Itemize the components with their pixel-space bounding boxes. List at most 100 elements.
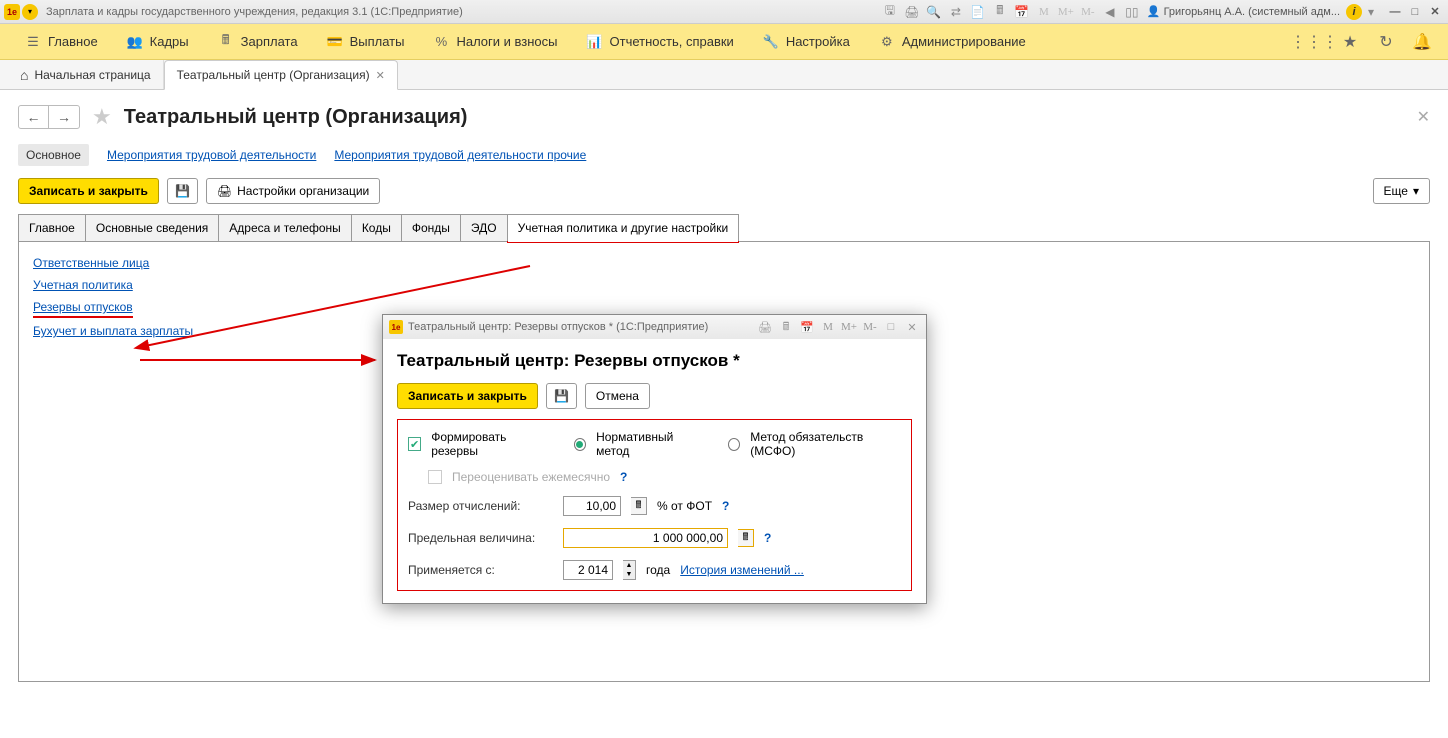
modal-logo-icon: 1e xyxy=(389,320,403,334)
calc-icon: 🖩 xyxy=(217,33,235,51)
modal-print-icon[interactable]: 🖨 xyxy=(757,319,773,335)
menu-icon: ☰ xyxy=(24,33,42,51)
menu-main[interactable]: ☰Главное xyxy=(10,24,112,59)
star-icon[interactable]: ★ xyxy=(92,104,112,130)
print-icon[interactable]: 🖨 xyxy=(903,3,921,21)
reserves-modal: 1e Театральный центр: Резервы отпусков *… xyxy=(382,314,927,604)
apps-grid-icon[interactable]: ⋮⋮⋮ xyxy=(1302,30,1326,54)
save-button[interactable]: 💾 xyxy=(167,178,198,204)
modal-close-icon[interactable]: ✕ xyxy=(904,319,920,335)
itab-main[interactable]: Главное xyxy=(18,214,86,241)
modal-mminus-icon[interactable]: M- xyxy=(862,319,878,335)
link-history[interactable]: История изменений ... xyxy=(680,563,804,577)
modal-titlebar: 1e Театральный центр: Резервы отпусков *… xyxy=(383,315,926,339)
nav-back-button[interactable]: ← xyxy=(19,106,49,128)
help-rate-icon[interactable]: ? xyxy=(722,499,729,513)
more-button[interactable]: Еще ▾ xyxy=(1373,178,1430,204)
itab-funds[interactable]: Фонды xyxy=(401,214,461,241)
nav-forward-button[interactable]: → xyxy=(49,106,79,128)
year-down-button[interactable]: ▼ xyxy=(623,570,635,579)
link-vacation-reserves[interactable]: Резервы отпусков xyxy=(33,300,133,316)
info-icon[interactable]: i xyxy=(1346,4,1362,20)
menu-taxes[interactable]: %Налоги и взносы xyxy=(418,24,571,59)
copy-icon[interactable]: 📄 xyxy=(969,3,987,21)
modal-cancel-button[interactable]: Отмена xyxy=(585,383,650,409)
itab-edo[interactable]: ЭДО xyxy=(460,214,508,241)
diskette-icon: 💾 xyxy=(175,184,190,198)
subnav-events-other[interactable]: Мероприятия трудовой деятельности прочие xyxy=(334,148,586,162)
label-rate: Размер отчислений: xyxy=(408,499,553,513)
m-minus-icon[interactable]: M- xyxy=(1079,3,1097,21)
itab-policy[interactable]: Учетная политика и другие настройки xyxy=(507,214,740,241)
preview-icon[interactable]: 🔍 xyxy=(925,3,943,21)
input-rate[interactable]: 10,00 xyxy=(563,496,621,516)
user-label[interactable]: 👤Григорьянц А.А. (системный адм... xyxy=(1147,5,1340,18)
app-titlebar: 1e ▾ Зарплата и кадры государственного у… xyxy=(0,0,1448,24)
subnav-events[interactable]: Мероприятия трудовой деятельности xyxy=(107,148,316,162)
maximize-button[interactable]: □ xyxy=(1406,5,1424,19)
page-close-icon[interactable]: ✕ xyxy=(1417,107,1430,127)
menu-admin[interactable]: ⚙Администрирование xyxy=(864,24,1040,59)
link-policy[interactable]: Учетная политика xyxy=(33,278,133,292)
itab-codes[interactable]: Коды xyxy=(351,214,402,241)
menu-personnel[interactable]: 👥Кадры xyxy=(112,24,203,59)
menu-salary[interactable]: 🖩Зарплата xyxy=(203,24,312,59)
itab-addresses[interactable]: Адреса и телефоны xyxy=(218,214,352,241)
limit-calc-icon[interactable]: 🖩 xyxy=(738,529,754,547)
subnav-main[interactable]: Основное xyxy=(18,144,89,166)
document-tabs: ⌂Начальная страница Театральный центр (О… xyxy=(0,60,1448,90)
page-toolbar: Записать и закрыть 💾 🖨Настройки организа… xyxy=(18,178,1430,204)
help-monthly-icon[interactable]: ? xyxy=(620,470,627,484)
modal-calendar-icon[interactable]: 📅 xyxy=(799,319,815,335)
panels-icon[interactable]: ▯▯ xyxy=(1123,3,1141,21)
favorite-icon[interactable]: ★ xyxy=(1338,30,1362,54)
report-icon: 📊 xyxy=(586,33,604,51)
notifications-icon[interactable]: 🔔 xyxy=(1410,30,1434,54)
calculator-icon[interactable]: 🖩 xyxy=(991,3,1009,21)
row-rate: Размер отчислений: 10,00 🖩 % от ФОТ ? xyxy=(408,496,901,516)
modal-calc-icon[interactable]: 🖩 xyxy=(778,319,794,335)
itab-basic[interactable]: Основные сведения xyxy=(85,214,219,241)
save-icon[interactable]: 🖫 xyxy=(881,3,899,21)
modal-restore-icon[interactable]: □ xyxy=(883,319,899,335)
menu-reports[interactable]: 📊Отчетность, справки xyxy=(572,24,748,59)
minimize-button[interactable]: — xyxy=(1386,5,1404,19)
m-icon[interactable]: M xyxy=(1035,3,1053,21)
menu-settings[interactable]: 🔧Настройка xyxy=(748,24,864,59)
year-up-button[interactable]: ▲ xyxy=(623,561,635,570)
calendar-icon[interactable]: 📅 xyxy=(1013,3,1031,21)
modal-save-close-button[interactable]: Записать и закрыть xyxy=(397,383,538,409)
modal-form-highlight: ✔ Формировать резервы Нормативный метод … xyxy=(397,419,912,591)
close-button[interactable]: ✕ xyxy=(1426,5,1444,19)
radio-normative[interactable] xyxy=(574,438,586,451)
tab-close-icon[interactable]: ✕ xyxy=(376,69,385,82)
window-controls: — □ ✕ xyxy=(1386,5,1444,19)
modal-m-icon[interactable]: M xyxy=(820,319,836,335)
back-icon[interactable]: ◀ xyxy=(1101,3,1119,21)
radio-ifrs[interactable] xyxy=(728,438,740,451)
input-limit[interactable]: 1 000 000,00 xyxy=(563,528,728,548)
history-icon[interactable]: ↻ xyxy=(1374,30,1398,54)
link-responsible[interactable]: Ответственные лица xyxy=(33,256,149,270)
modal-mplus-icon[interactable]: M+ xyxy=(841,319,857,335)
compare-icon[interactable]: ⇄ xyxy=(947,3,965,21)
link-accounting[interactable]: Бухучет и выплата зарплаты xyxy=(33,324,193,338)
app-menu-dropdown-icon[interactable]: ▾ xyxy=(22,4,38,20)
tab-home[interactable]: ⌂Начальная страница xyxy=(8,60,164,89)
modal-save-button[interactable]: 💾 xyxy=(546,383,577,409)
help-limit-icon[interactable]: ? xyxy=(764,531,771,545)
tab-organization[interactable]: Театральный центр (Организация)✕ xyxy=(164,60,398,90)
sub-navigation: Основное Мероприятия трудовой деятельнос… xyxy=(18,144,1430,166)
info-dropdown-icon[interactable]: ▾ xyxy=(1362,3,1380,21)
app-title: Зарплата и кадры государственного учрежд… xyxy=(46,6,463,18)
label-rate-suffix: % от ФОТ xyxy=(657,499,712,513)
menu-payments[interactable]: 💳Выплаты xyxy=(312,24,419,59)
save-close-button[interactable]: Записать и закрыть xyxy=(18,178,159,204)
m-plus-icon[interactable]: M+ xyxy=(1057,3,1075,21)
checkbox-form-reserves[interactable]: ✔ xyxy=(408,437,421,451)
modal-toolbar: Записать и закрыть 💾 Отмена xyxy=(397,383,912,409)
label-monthly: Переоценивать ежемесячно xyxy=(452,470,610,484)
org-settings-button[interactable]: 🖨Настройки организации xyxy=(206,178,380,204)
rate-calc-icon[interactable]: 🖩 xyxy=(631,497,647,515)
input-year[interactable]: 2 014 xyxy=(563,560,613,580)
